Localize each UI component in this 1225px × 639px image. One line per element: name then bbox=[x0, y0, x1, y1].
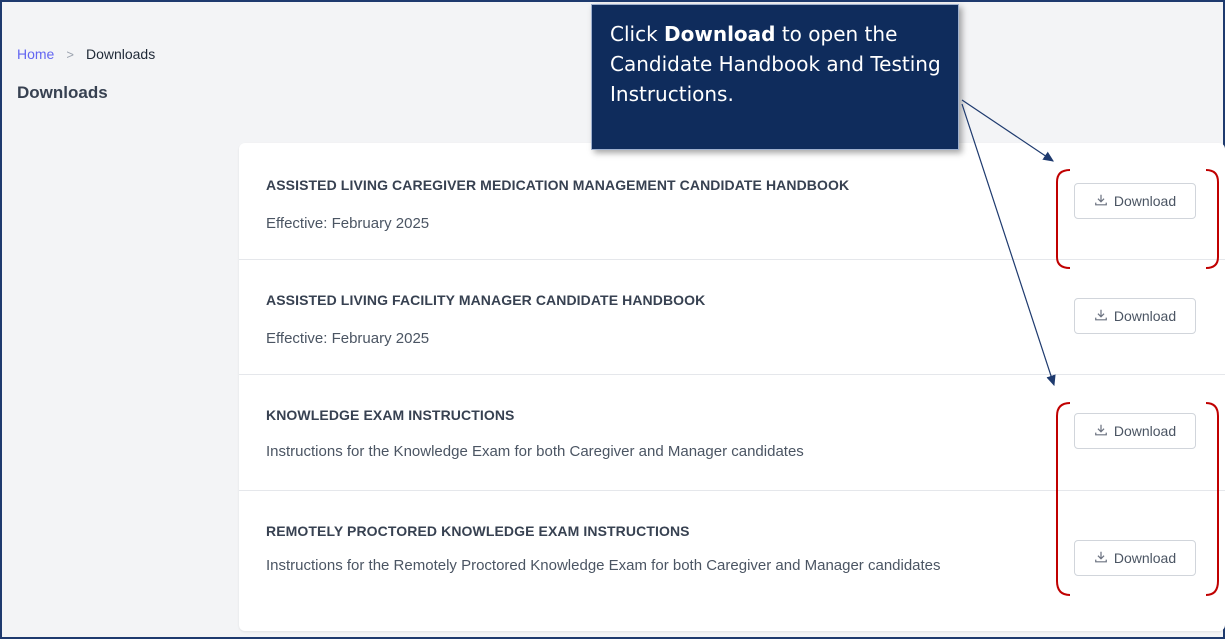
download-button[interactable]: Download bbox=[1074, 540, 1196, 576]
downloads-card: ASSISTED LIVING CAREGIVER MEDICATION MAN… bbox=[239, 143, 1225, 631]
download-row-caregiver-handbook: ASSISTED LIVING CAREGIVER MEDICATION MAN… bbox=[239, 143, 1225, 260]
download-button[interactable]: Download bbox=[1074, 298, 1196, 334]
breadcrumb-current: Downloads bbox=[85, 46, 156, 62]
download-button-label: Download bbox=[1113, 308, 1177, 324]
download-button[interactable]: Download bbox=[1074, 183, 1196, 219]
download-icon bbox=[1094, 550, 1108, 567]
download-row-description: Instructions for the Knowledge Exam for … bbox=[266, 443, 804, 460]
breadcrumb: Home > Downloads bbox=[17, 46, 155, 62]
download-button-label: Download bbox=[1113, 550, 1177, 566]
download-icon bbox=[1094, 193, 1108, 210]
download-row-title: KNOWLEDGE EXAM INSTRUCTIONS bbox=[266, 407, 515, 423]
callout-bold-text: Download bbox=[664, 22, 776, 46]
download-row-manager-handbook: ASSISTED LIVING FACILITY MANAGER CANDIDA… bbox=[239, 259, 1225, 375]
download-button[interactable]: Download bbox=[1074, 413, 1196, 449]
download-button-label: Download bbox=[1113, 423, 1177, 439]
download-row-description: Effective: February 2025 bbox=[266, 215, 430, 232]
page-title: Downloads bbox=[17, 83, 108, 102]
download-row-title: ASSISTED LIVING CAREGIVER MEDICATION MAN… bbox=[266, 177, 850, 193]
callout-prefix: Click bbox=[610, 22, 665, 46]
download-row-description: Instructions for the Remotely Proctored … bbox=[266, 557, 941, 574]
download-icon bbox=[1094, 308, 1108, 325]
download-row-knowledge-exam: KNOWLEDGE EXAM INSTRUCTIONS Instructions… bbox=[239, 374, 1225, 491]
breadcrumb-home-link[interactable]: Home bbox=[17, 46, 54, 62]
download-row-remote-exam: REMOTELY PROCTORED KNOWLEDGE EXAM INSTRU… bbox=[239, 490, 1225, 631]
download-icon bbox=[1094, 423, 1108, 440]
download-row-title: REMOTELY PROCTORED KNOWLEDGE EXAM INSTRU… bbox=[266, 523, 690, 539]
download-row-title: ASSISTED LIVING FACILITY MANAGER CANDIDA… bbox=[266, 292, 706, 308]
download-row-description: Effective: February 2025 bbox=[266, 330, 430, 347]
download-button-label: Download bbox=[1113, 193, 1177, 209]
instruction-callout: Click Download to open the Candidate Han… bbox=[591, 4, 959, 150]
breadcrumb-separator: > bbox=[66, 46, 74, 62]
